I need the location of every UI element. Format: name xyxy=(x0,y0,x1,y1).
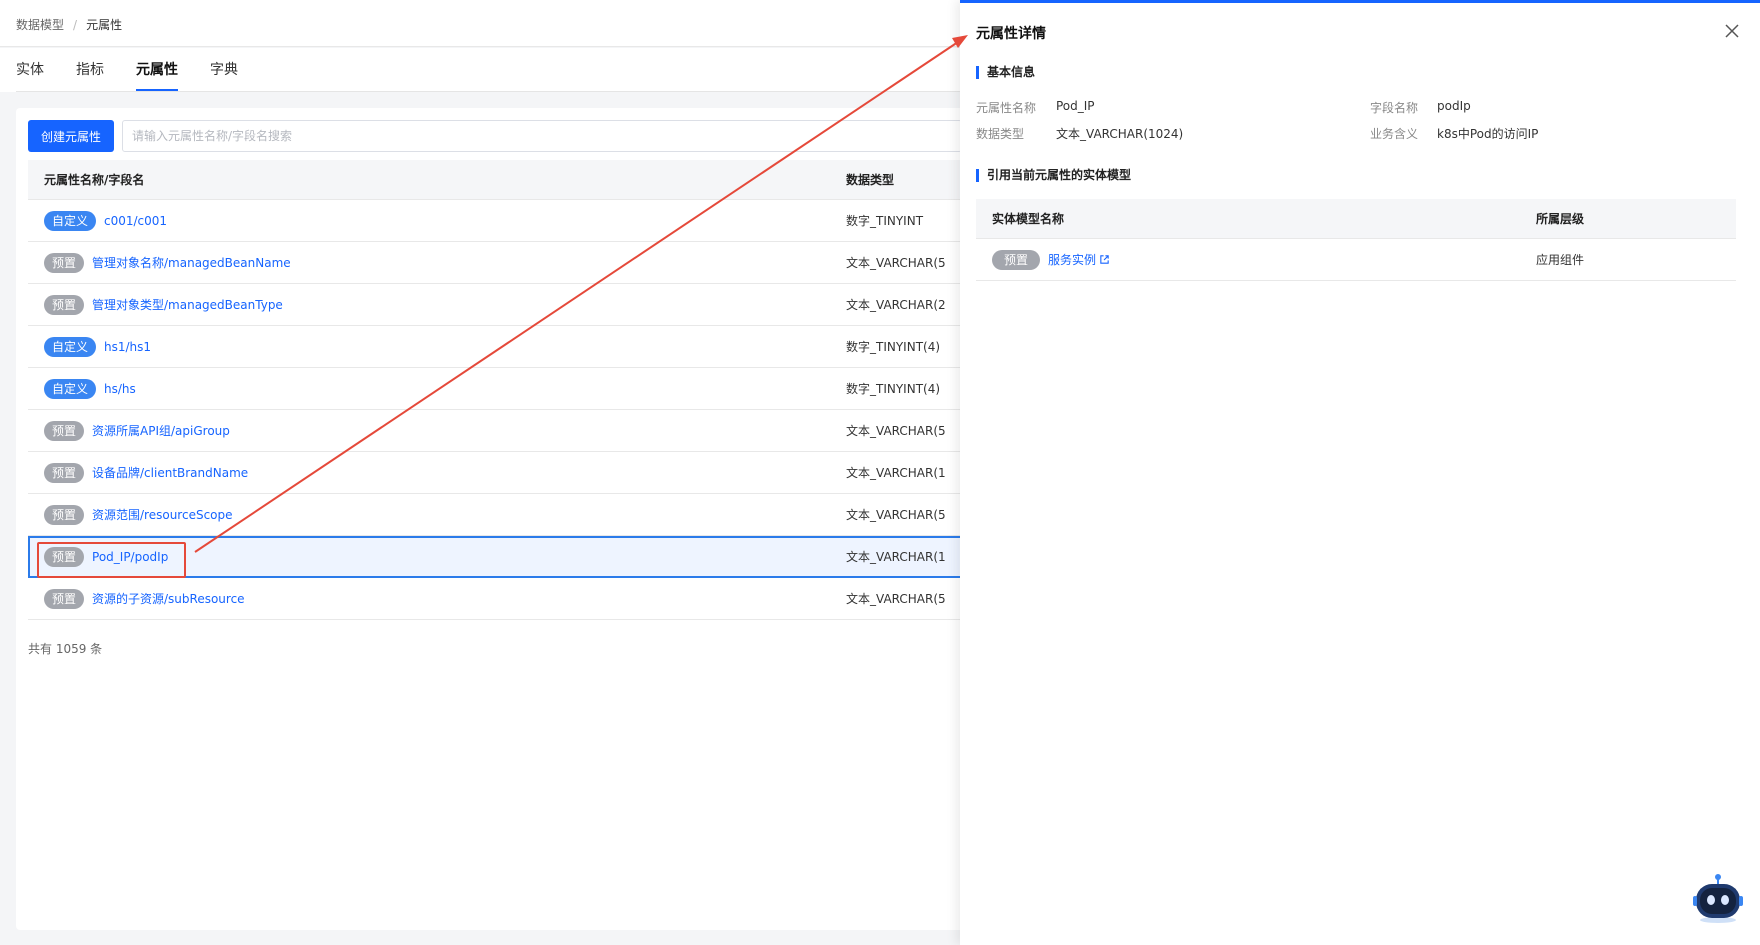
name-cell: 自定义 hs1/hs1 xyxy=(28,336,846,357)
type-cell: 文本_VARCHAR(5 xyxy=(846,592,946,606)
detail-drawer: 元属性详情 基本信息 元属性名称 Pod_IP 字段名称 podIp 数据类型 … xyxy=(960,0,1760,945)
preset-tag: 预置 xyxy=(44,546,85,567)
table-row[interactable]: 预置 设备品牌/clientBrandName 文本_VARCHAR(1 xyxy=(28,452,976,494)
name-cell: 预置 管理对象名称/managedBeanName xyxy=(28,252,846,273)
preset-tag: 预置 xyxy=(44,294,85,315)
breadcrumb: 数据模型 / 元属性 xyxy=(16,16,122,33)
table-row[interactable]: 预置 管理对象名称/managedBeanName 文本_VARCHAR(5 xyxy=(28,242,976,284)
type-cell: 数字_TINYINT(4) xyxy=(846,382,941,396)
meta-name-value: Pod_IP xyxy=(1056,99,1095,113)
meta-attribute-link[interactable]: Pod_IP/podIp xyxy=(92,550,168,564)
preset-tag: 预置 xyxy=(44,462,85,483)
field-column-name: 字段名称 podIp xyxy=(1370,99,1471,116)
table-row[interactable]: 预置 管理对象类型/managedBeanType 文本_VARCHAR(2 xyxy=(28,284,976,326)
column-header-name: 元属性名称/字段名 xyxy=(44,173,145,187)
table-row[interactable]: 预置 资源范围/resourceScope 文本_VARCHAR(5 xyxy=(28,494,976,536)
breadcrumb-separator: / xyxy=(73,17,78,32)
breadcrumb-data-model[interactable]: 数据模型 xyxy=(16,16,64,33)
ref-column-name: 实体模型名称 xyxy=(992,212,1065,226)
ref-level-cell: 应用组件 xyxy=(1536,253,1585,267)
close-icon[interactable] xyxy=(1722,21,1742,41)
tab-meta-attribute[interactable]: 元属性 xyxy=(136,48,178,91)
data-type-label: 数据类型 xyxy=(976,127,1025,141)
meta-attribute-link[interactable]: 资源的子资源/subResource xyxy=(92,590,245,607)
top-bar: 数据模型 / 元属性 xyxy=(0,0,960,47)
content-card: 创建元属性 元属性名称/字段名 数据类型 自定义 c001/c001 数字_TINY… xyxy=(16,108,976,930)
type-cell: 数字_TINYINT(4) xyxy=(846,340,941,354)
tab-metric[interactable]: 指标 xyxy=(76,48,104,91)
name-cell: 预置 管理对象类型/managedBeanType xyxy=(28,294,846,315)
type-cell: 文本_VARCHAR(5 xyxy=(846,424,946,438)
table-row[interactable]: 自定义 hs1/hs1 数字_TINYINT(4) xyxy=(28,326,976,368)
type-cell: 数字_TINYINT xyxy=(846,214,924,228)
meta-attribute-link[interactable]: 资源范围/resourceScope xyxy=(92,506,233,523)
create-meta-attribute-button[interactable]: 创建元属性 xyxy=(28,120,115,152)
external-link-icon[interactable] xyxy=(1099,254,1110,265)
data-type-value: 文本_VARCHAR(1024) xyxy=(1056,127,1184,141)
robot-assistant-icon[interactable] xyxy=(1690,870,1746,926)
meta-attribute-table: 元属性名称/字段名 数据类型 自定义 c001/c001 数字_TINYINT 预置管… xyxy=(28,160,976,620)
table-row[interactable]: 预置 资源的子资源/subResource 文本_VARCHAR(5 xyxy=(28,578,976,620)
preset-tag: 预置 xyxy=(44,504,85,525)
column-header-type: 数据类型 xyxy=(846,173,895,187)
meta-attribute-link[interactable]: hs1/hs1 xyxy=(104,340,151,354)
tab-entity[interactable]: 实体 xyxy=(16,48,44,91)
preset-tag: 预置 xyxy=(44,252,85,273)
business-meaning-label: 业务含义 xyxy=(1370,127,1419,141)
type-cell: 文本_VARCHAR(5 xyxy=(846,256,946,270)
toolbar: 创建元属性 xyxy=(28,120,963,152)
drawer-title: 元属性详情 xyxy=(976,26,1046,42)
preset-tag: 预置 xyxy=(44,420,85,441)
meta-attribute-link[interactable]: 设备品牌/clientBrandName xyxy=(92,464,248,481)
meta-name-label: 元属性名称 xyxy=(976,101,1037,115)
type-cell: 文本_VARCHAR(1 xyxy=(846,550,946,564)
field-data-type: 数据类型 文本_VARCHAR(1024) xyxy=(976,125,1183,142)
tabs-area: 实体 指标 元属性 字典 xyxy=(0,48,960,92)
meta-attribute-link[interactable]: hs/hs xyxy=(104,382,136,396)
ref-entity-link[interactable]: 服务实例 xyxy=(1048,251,1096,268)
name-cell: 预置 资源范围/resourceScope xyxy=(28,504,846,525)
total-count: 共有 1059 条 xyxy=(28,642,103,656)
name-cell: 预置 Pod_IP/podIp xyxy=(28,546,846,567)
field-meta-name: 元属性名称 Pod_IP xyxy=(976,99,1095,116)
name-cell: 预置 设备品牌/clientBrandName xyxy=(28,462,846,483)
table-row[interactable]: 自定义 c001/c001 数字_TINYINT xyxy=(28,200,976,242)
meta-attribute-link[interactable]: 资源所属API组/apiGroup xyxy=(92,422,230,439)
basic-info-section-title: 基本信息 xyxy=(976,66,1035,79)
custom-tag: 自定义 xyxy=(44,378,97,399)
ref-entity-table: 实体模型名称 所属层级 预置 服务实例 应用组件 xyxy=(976,199,1736,281)
tab-dictionary[interactable]: 字典 xyxy=(210,48,238,91)
name-cell: 预置 资源所属API组/apiGroup xyxy=(28,420,846,441)
business-meaning-value: k8s中Pod的访问IP xyxy=(1437,127,1539,141)
table-row[interactable]: 预置 Pod_IP/podIp 文本_VARCHAR(1 xyxy=(28,536,976,578)
table-row[interactable]: 预置 资源所属API组/apiGroup 文本_VARCHAR(5 xyxy=(28,410,976,452)
name-cell: 预置 资源的子资源/subResource xyxy=(28,588,846,609)
type-cell: 文本_VARCHAR(5 xyxy=(846,508,946,522)
breadcrumb-current: 元属性 xyxy=(86,18,123,32)
name-cell: 自定义 hs/hs xyxy=(28,378,846,399)
ref-name-cell: 预置 服务实例 xyxy=(976,249,1536,270)
meta-attribute-link[interactable]: c001/c001 xyxy=(104,214,167,228)
custom-tag: 自定义 xyxy=(44,210,97,231)
table-row[interactable]: 自定义 hs/hs 数字_TINYINT(4) xyxy=(28,368,976,410)
column-name-label: 字段名称 xyxy=(1370,101,1419,115)
column-name-value: podIp xyxy=(1437,99,1471,113)
type-cell: 文本_VARCHAR(1 xyxy=(846,466,946,480)
custom-tag: 自定义 xyxy=(44,336,97,357)
ref-column-level: 所属层级 xyxy=(1536,212,1585,226)
preset-tag: 预置 xyxy=(44,588,85,609)
meta-attribute-link[interactable]: 管理对象类型/managedBeanType xyxy=(92,296,283,313)
ref-table-row: 预置 服务实例 应用组件 xyxy=(976,239,1736,281)
ref-table-header: 实体模型名称 所属层级 xyxy=(976,199,1736,239)
type-cell: 文本_VARCHAR(2 xyxy=(846,298,946,312)
table-header: 元属性名称/字段名 数据类型 xyxy=(28,160,976,200)
field-business-meaning: 业务含义 k8s中Pod的访问IP xyxy=(1370,125,1538,142)
meta-attribute-link[interactable]: 管理对象名称/managedBeanName xyxy=(92,254,291,271)
search-input[interactable] xyxy=(122,120,963,152)
preset-tag: 预置 xyxy=(992,249,1041,270)
name-cell: 自定义 c001/c001 xyxy=(28,210,846,231)
ref-section-title: 引用当前元属性的实体模型 xyxy=(976,169,1131,182)
tab-bar: 实体 指标 元属性 字典 xyxy=(16,48,960,92)
